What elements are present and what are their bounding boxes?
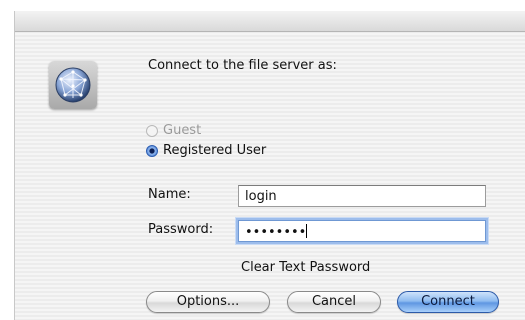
dialog-prompt: Connect to the file server as: bbox=[148, 58, 337, 73]
name-field-value: login bbox=[245, 189, 277, 204]
name-field[interactable]: login bbox=[238, 185, 486, 207]
options-button[interactable]: Options... bbox=[146, 291, 270, 313]
password-field[interactable]: •••••••• bbox=[238, 220, 486, 242]
connect-to-server-dialog: Connect to the file server as: Guest Reg… bbox=[14, 11, 525, 320]
radio-selected-icon bbox=[146, 144, 158, 157]
registered-user-radio-label: Registered User bbox=[163, 143, 267, 158]
guest-radio[interactable]: Guest bbox=[146, 123, 201, 138]
title-bar[interactable] bbox=[15, 11, 525, 32]
connect-button[interactable]: Connect bbox=[397, 291, 499, 313]
radio-unselected-icon bbox=[146, 124, 158, 137]
guest-radio-label: Guest bbox=[163, 123, 202, 138]
password-field-value: •••••••• bbox=[245, 225, 307, 240]
text-caret bbox=[306, 224, 308, 238]
name-label: Name: bbox=[148, 187, 191, 202]
server-globe-icon bbox=[49, 61, 97, 109]
clear-text-password-note: Clear Text Password bbox=[241, 260, 371, 275]
registered-user-radio[interactable]: Registered User bbox=[146, 143, 266, 158]
password-label: Password: bbox=[148, 222, 214, 237]
cancel-button[interactable]: Cancel bbox=[287, 291, 381, 313]
